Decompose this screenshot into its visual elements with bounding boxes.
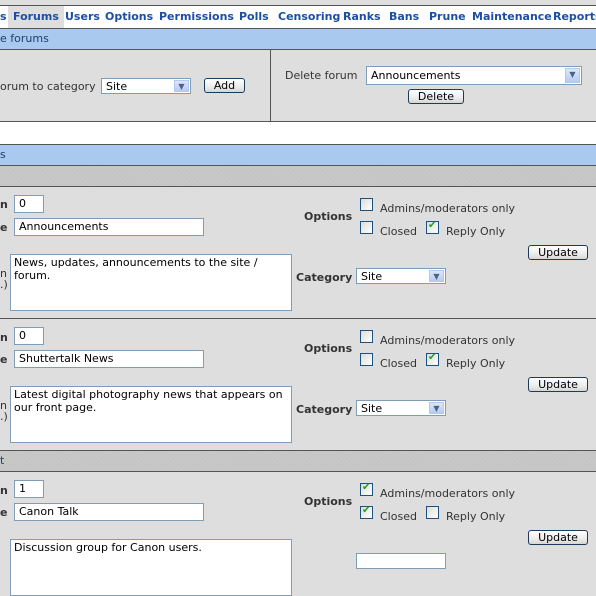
position-input[interactable]: 0 bbox=[14, 327, 44, 345]
admins-only-checkbox[interactable] bbox=[360, 482, 373, 496]
nav-item-partial[interactable]: s bbox=[0, 6, 7, 28]
nav-item-ranks[interactable]: Ranks bbox=[343, 6, 381, 28]
section-header-add-delete: e forums bbox=[0, 29, 596, 50]
forum-category-bar: t bbox=[0, 451, 596, 472]
reply-only-label: Reply Only bbox=[446, 510, 506, 523]
category-value: Site bbox=[361, 402, 383, 415]
update-button[interactable]: Update bbox=[528, 377, 588, 392]
add-delete-panel: orum to category Site ▼ Add Delete forum… bbox=[0, 50, 596, 122]
description-label-2: .) bbox=[0, 410, 8, 423]
options-label: Options bbox=[304, 342, 353, 355]
nav-item-bans[interactable]: Bans bbox=[389, 6, 419, 28]
chevron-down-icon: ▼ bbox=[429, 270, 444, 282]
nav-item-forums[interactable]: Forums bbox=[8, 6, 64, 28]
description-label-2: .) bbox=[0, 278, 8, 291]
name-input[interactable]: Canon Talk bbox=[14, 503, 204, 521]
admins-only-checkbox[interactable] bbox=[360, 198, 373, 211]
reply-only-checkbox[interactable] bbox=[426, 506, 439, 519]
nav-item-polls[interactable]: Polls bbox=[239, 6, 269, 28]
reply-only-checkbox[interactable] bbox=[426, 220, 439, 234]
chevron-down-icon: ▼ bbox=[565, 68, 580, 83]
category-bar-text: t bbox=[0, 454, 5, 467]
nav-item-options[interactable]: Options bbox=[105, 6, 153, 28]
name-label: e bbox=[0, 353, 8, 366]
update-button[interactable]: Update bbox=[528, 245, 588, 260]
section-header-text: e forums bbox=[0, 32, 49, 45]
category-label: Category bbox=[296, 403, 353, 416]
category-value: Site bbox=[361, 270, 383, 283]
closed-label: Closed bbox=[380, 357, 417, 370]
delete-forum-value: Announcements bbox=[371, 69, 461, 82]
reply-only-label: Reply Only bbox=[446, 225, 506, 238]
add-category-select[interactable]: Site ▼ bbox=[101, 78, 191, 94]
delete-forum-button[interactable]: Delete bbox=[408, 89, 464, 104]
add-category-value: Site bbox=[106, 80, 128, 93]
admins-only-label: Admins/moderators only bbox=[380, 202, 516, 215]
section-header-text: s bbox=[0, 148, 6, 161]
name-label: e bbox=[0, 221, 8, 234]
admins-only-label: Admins/moderators only bbox=[380, 487, 516, 500]
nav-item-censoring[interactable]: Censoring bbox=[278, 6, 340, 28]
closed-checkbox[interactable] bbox=[360, 221, 373, 234]
closed-label: Closed bbox=[380, 225, 417, 238]
description-textarea[interactable]: Discussion group for Canon users. bbox=[10, 539, 292, 596]
name-input[interactable]: Announcements bbox=[14, 218, 204, 236]
position-label: n bbox=[0, 484, 8, 497]
position-label: n bbox=[0, 198, 8, 211]
admins-only-checkbox[interactable] bbox=[360, 330, 373, 343]
name-input[interactable]: Shuttertalk News bbox=[14, 350, 204, 368]
reply-only-label: Reply Only bbox=[446, 357, 506, 370]
forum-row: n 1 e Canon Talk Discussion group for Ca… bbox=[0, 472, 596, 596]
category-select[interactable]: Site ▼ bbox=[356, 268, 446, 284]
add-forum-label: orum to category bbox=[0, 80, 96, 93]
delete-forum-label: Delete forum bbox=[285, 69, 358, 82]
description-textarea[interactable]: News, updates, announcements to the site… bbox=[10, 254, 292, 311]
options-label: Options bbox=[304, 495, 353, 508]
position-label: n bbox=[0, 331, 8, 344]
update-button[interactable]: Update bbox=[528, 530, 588, 545]
section-header-edit: s bbox=[0, 145, 596, 166]
position-input[interactable]: 1 bbox=[14, 480, 44, 498]
add-forum-button[interactable]: Add bbox=[204, 78, 245, 93]
category-label: Category bbox=[296, 271, 353, 284]
nav-item-users[interactable]: Users bbox=[65, 6, 100, 28]
admins-only-label: Admins/moderators only bbox=[380, 334, 516, 347]
position-input[interactable]: 0 bbox=[14, 195, 44, 213]
nav-item-reports[interactable]: Reports bbox=[553, 6, 596, 28]
admin-nav: s Forums Users Options Permissions Polls… bbox=[0, 6, 596, 29]
forum-row: n 0 e Announcements n .) News, updates, … bbox=[0, 187, 596, 319]
chevron-down-icon: ▼ bbox=[174, 80, 189, 92]
delete-forum-select[interactable]: Announcements ▼ bbox=[366, 66, 582, 85]
reply-only-checkbox[interactable] bbox=[426, 352, 439, 366]
closed-label: Closed bbox=[380, 510, 417, 523]
options-label: Options bbox=[304, 210, 353, 223]
name-label: e bbox=[0, 506, 8, 519]
chevron-down-icon: ▼ bbox=[429, 402, 444, 414]
description-textarea[interactable]: Latest digital photography news that app… bbox=[10, 386, 292, 443]
panel-divider bbox=[270, 50, 271, 121]
closed-checkbox[interactable] bbox=[360, 353, 373, 366]
closed-checkbox[interactable] bbox=[360, 505, 373, 519]
forum-row: n 0 e Shuttertalk News n .) Latest digit… bbox=[0, 319, 596, 451]
forum-category-bar bbox=[0, 166, 596, 187]
category-select[interactable] bbox=[356, 553, 446, 569]
nav-item-permissions[interactable]: Permissions bbox=[159, 6, 234, 28]
nav-item-maintenance[interactable]: Maintenance bbox=[472, 6, 552, 28]
spacer bbox=[0, 122, 596, 145]
nav-item-prune[interactable]: Prune bbox=[429, 6, 466, 28]
category-select[interactable]: Site ▼ bbox=[356, 400, 446, 416]
